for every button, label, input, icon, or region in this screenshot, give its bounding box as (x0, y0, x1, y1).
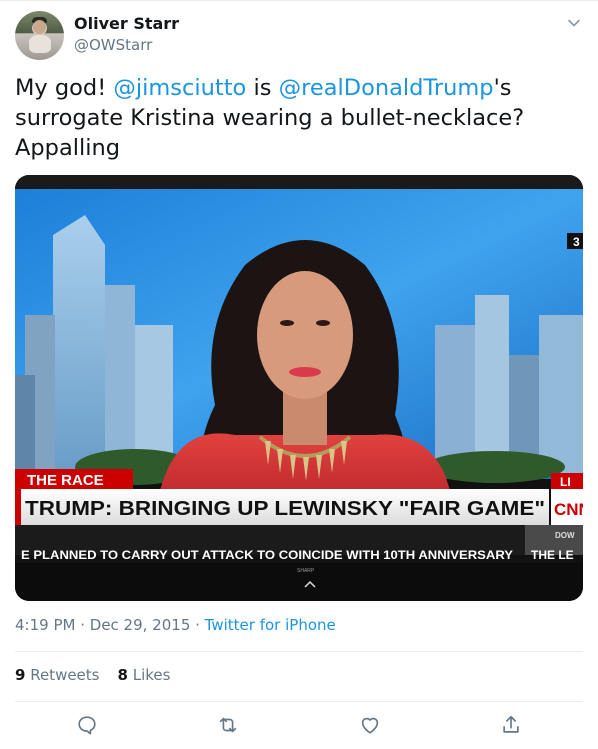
mention-link[interactable]: @jimsciutto (113, 75, 246, 101)
ticker-text: E PLANNED TO CARRY OUT ATTACK TO COINCID… (21, 548, 513, 562)
retweets-count: 9 (15, 666, 26, 684)
author-handle[interactable]: @OWStarr (74, 36, 152, 54)
tweet-text-part: is (246, 75, 279, 101)
banner-tag: THE RACE (27, 472, 104, 489)
live-tag: LI (560, 475, 571, 489)
tweet-text: My god! @jimsciutto is @realDonaldTrump'… (15, 73, 575, 163)
divider (15, 701, 583, 702)
share-icon[interactable] (500, 714, 522, 736)
tweet-stats: 9 Retweets 8 Likes (15, 666, 170, 684)
mention-link[interactable]: @realDonaldTrump (279, 75, 494, 101)
retweet-icon[interactable] (217, 714, 239, 736)
ticker-right: THE LE (531, 548, 574, 562)
tweet-text-part: My god! (15, 75, 114, 101)
tweet-time[interactable]: 4:19 PM (15, 616, 75, 634)
retweets-stat[interactable]: 9 Retweets (15, 666, 100, 684)
reply-icon[interactable] (76, 714, 98, 736)
like-icon[interactable] (359, 714, 381, 736)
likes-count: 8 (117, 666, 128, 684)
tweet-card: Oliver Starr @OWStarr My god! @jimsciutt… (0, 0, 598, 749)
channel-digit: 3 (573, 235, 580, 249)
likes-stat[interactable]: 8 Likes (118, 666, 171, 684)
likes-label: Likes (127, 666, 171, 684)
tweet-date[interactable]: Dec 29, 2015 (90, 616, 191, 634)
chevron-down-icon[interactable] (566, 15, 582, 31)
action-bar (0, 714, 598, 738)
author-name[interactable]: Oliver Starr (74, 14, 179, 33)
tweet-photo[interactable]: 3 THE RACE TRUMP: BRINGING UP LEWINSKY "… (15, 175, 583, 601)
tweet-source[interactable]: Twitter for iPhone (205, 616, 336, 634)
dow-label: DOW (555, 531, 575, 540)
tv-brand: SHARP (297, 568, 315, 574)
tweet-meta: 4:19 PM · Dec 29, 2015 · Twitter for iPh… (15, 616, 336, 634)
avatar[interactable] (15, 11, 64, 60)
retweets-label: Retweets (25, 666, 100, 684)
meta-separator: · (190, 616, 205, 634)
divider (15, 651, 583, 652)
network-logo: CNN (554, 500, 583, 519)
meta-separator: · (75, 616, 90, 634)
headline: TRUMP: BRINGING UP LEWINSKY "FAIR GAME" (25, 498, 545, 520)
